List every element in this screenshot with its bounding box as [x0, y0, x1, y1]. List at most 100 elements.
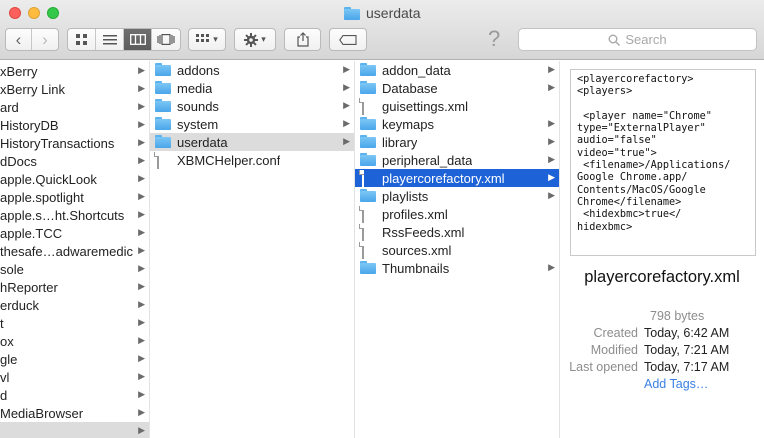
share-icon: [296, 32, 309, 47]
close-window-button[interactable]: [9, 7, 21, 19]
disclosure-arrow-icon: ▶: [138, 371, 145, 381]
item-name: Thumbnails: [382, 260, 450, 276]
list-view-button[interactable]: [96, 29, 124, 50]
item-name: HistoryTransactions: [0, 135, 115, 151]
item-name: apple.TCC: [0, 225, 63, 241]
disclosure-arrow-icon: ▶: [343, 64, 350, 74]
list-item-xberry[interactable]: xBerry ▶: [0, 62, 149, 80]
disclosure-arrow-icon: ▶: [548, 82, 555, 92]
list-item-sources-xml[interactable]: sources.xml: [355, 241, 559, 259]
disclosure-arrow-icon: ▶: [138, 155, 145, 165]
list-item-mediabrowser[interactable]: MediaBrowser ▶: [0, 404, 149, 422]
cover-flow-button[interactable]: [152, 29, 180, 50]
list-item-thesafe-adwaremedic[interactable]: thesafe…adwaremedic ▶: [0, 242, 149, 260]
item-name: addon_data: [382, 62, 451, 78]
folder-icon: [360, 261, 376, 275]
list-item-hreporter[interactable]: hReporter ▶: [0, 278, 149, 296]
list-item-peripheral-data[interactable]: peripheral_data ▶: [355, 151, 559, 169]
disclosure-arrow-icon: ▶: [343, 100, 350, 110]
column-view-icon: [129, 34, 146, 45]
folder-icon: [360, 189, 376, 203]
list-item-xberry-link[interactable]: xBerry Link ▶: [0, 80, 149, 98]
item-name: ox: [0, 333, 14, 349]
search-field[interactable]: Search: [518, 28, 757, 51]
item-name: addons: [177, 62, 220, 78]
list-item-apple-tcc[interactable]: apple.TCC ▶: [0, 224, 149, 242]
list-item-xbmchelper-conf[interactable]: XBMCHelper.conf: [150, 151, 354, 169]
item-name: xBerry Link: [0, 81, 66, 97]
edit-tags-button[interactable]: [329, 28, 367, 51]
folder-icon: [155, 99, 171, 113]
zoom-window-button[interactable]: [47, 7, 59, 19]
share-button[interactable]: [284, 28, 321, 51]
list-item-ox[interactable]: ox ▶: [0, 332, 149, 350]
item-name: gle: [0, 351, 18, 367]
disclosure-arrow-icon: ▶: [138, 119, 145, 129]
list-item-gle[interactable]: gle ▶: [0, 350, 149, 368]
list-item-guisettings-xml[interactable]: guisettings.xml: [355, 97, 559, 115]
list-item-media[interactable]: media ▶: [150, 79, 354, 97]
file-content-preview: <playercorefactory> <players> <player na…: [570, 69, 756, 256]
icon-view-button[interactable]: [68, 29, 96, 50]
cover-flow-icon: [157, 34, 175, 45]
item-name: apple.QuickLook: [0, 171, 97, 187]
search-placeholder: Search: [625, 32, 667, 47]
item-name: playlists: [382, 188, 429, 204]
list-item-historytransactions[interactable]: HistoryTransactions ▶: [0, 134, 149, 152]
minimize-window-button[interactable]: [28, 7, 40, 19]
list-item-rssfeeds-xml[interactable]: RssFeeds.xml: [355, 223, 559, 241]
list-item-d[interactable]: d ▶: [0, 386, 149, 404]
list-item-system[interactable]: system ▶: [150, 115, 354, 133]
list-item-apple-spotlight[interactable]: apple.spotlight ▶: [0, 188, 149, 206]
item-name: sounds: [177, 98, 219, 114]
list-item-vl[interactable]: vl ▶: [0, 368, 149, 386]
action-button[interactable]: ▾: [234, 28, 276, 51]
item-name: guisettings.xml: [382, 98, 468, 114]
list-item-erduck[interactable]: erduck ▶: [0, 296, 149, 314]
list-item-thumbnails[interactable]: Thumbnails ▶: [355, 259, 559, 277]
list-item-addon-data[interactable]: addon_data ▶: [355, 61, 559, 79]
list-item-userdata[interactable]: userdata ▶: [150, 133, 354, 151]
list-item-library[interactable]: library ▶: [355, 133, 559, 151]
tag-icon: [339, 34, 357, 45]
list-item-historydb[interactable]: HistoryDB ▶: [0, 116, 149, 134]
folder-icon: [155, 117, 171, 131]
column-view-button[interactable]: [124, 29, 152, 50]
document-icon: [360, 242, 376, 259]
back-button[interactable]: ‹: [6, 29, 32, 50]
list-item-ddocs[interactable]: dDocs ▶: [0, 152, 149, 170]
item-name: dDocs: [0, 153, 37, 169]
list-item-addons[interactable]: addons ▶: [150, 61, 354, 79]
list-item-sole[interactable]: sole ▶: [0, 260, 149, 278]
list-item-t[interactable]: t ▶: [0, 314, 149, 332]
disclosure-arrow-icon: ▶: [343, 136, 350, 146]
folder-icon: [360, 117, 376, 131]
list-item-profiles-xml[interactable]: profiles.xml: [355, 205, 559, 223]
list-item-playlists[interactable]: playlists ▶: [355, 187, 559, 205]
add-tags-link[interactable]: Add Tags…: [644, 377, 708, 394]
item-name: profiles.xml: [382, 206, 448, 222]
list-item-apple-s-ht-shortcuts[interactable]: apple.s…ht.Shortcuts ▶: [0, 206, 149, 224]
list-item-keymaps[interactable]: keymaps ▶: [355, 115, 559, 133]
disclosure-arrow-icon: ▶: [138, 389, 145, 399]
list-item-apple-quicklook[interactable]: apple.QuickLook ▶: [0, 170, 149, 188]
item-name: playercorefactory.xml: [382, 170, 505, 186]
disclosure-arrow-icon: ▶: [343, 118, 350, 128]
item-name: peripheral_data: [382, 152, 473, 168]
column-2: addons ▶ media ▶ sounds ▶ system ▶ userdata ▶ XBMC…: [150, 61, 355, 438]
arrange-button[interactable]: ▾: [188, 28, 226, 51]
disclosure-arrow-icon: ▶: [138, 425, 145, 435]
disclosure-arrow-icon: ▶: [138, 191, 145, 201]
list-item-empty[interactable]: ▶: [0, 422, 149, 438]
list-item-ard[interactable]: ard ▶: [0, 98, 149, 116]
chevron-down-icon: ▾: [213, 34, 218, 44]
forward-button[interactable]: ›: [32, 29, 58, 50]
list-item-playercorefactory-xml[interactable]: playercorefactory.xml ▶: [355, 169, 559, 187]
finder-window: userdata ‹ › ▾ ▾ ? Search xBerry ▶ xBerr…: [0, 0, 764, 438]
list-item-sounds[interactable]: sounds ▶: [150, 97, 354, 115]
disclosure-arrow-icon: ▶: [548, 136, 555, 146]
list-item-database[interactable]: Database ▶: [355, 79, 559, 97]
disclosure-arrow-icon: ▶: [548, 154, 555, 164]
item-name: userdata: [177, 134, 228, 150]
help-icon[interactable]: ?: [488, 26, 500, 52]
